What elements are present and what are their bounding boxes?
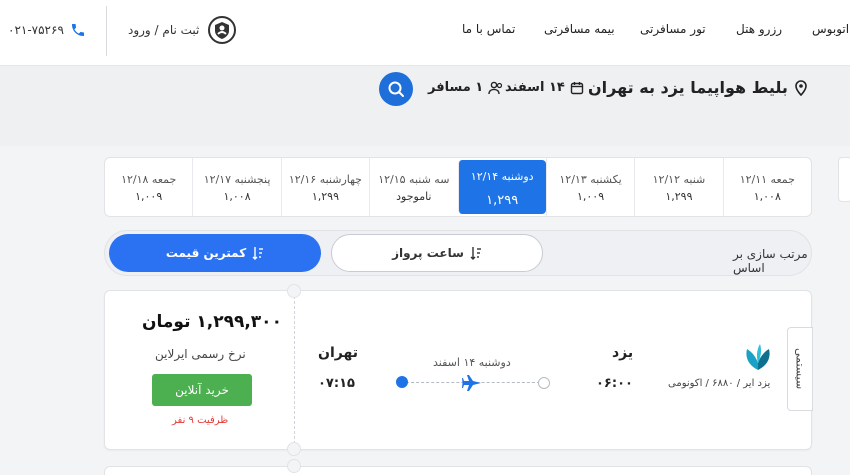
origin-city: یزد [612,345,634,361]
date-cell-day: سه شنبه ۱۲/۱۵ [378,173,450,186]
calendar-icon [570,81,584,94]
date-cell-price: ۱,۲۹۹ [486,193,519,208]
sort-icon [470,247,481,260]
destination-dot [396,376,408,388]
ticket-divider [294,296,295,444]
side-filter-panel [838,157,850,202]
date-cell-price: ۱,۲۹۹ [311,190,339,203]
date-cell-price: ۱,۰۰۹ [576,190,605,203]
arrival-time: ۰۷:۱۵ [318,376,355,391]
date-cell[interactable]: دوشنبه ۱۲/۱۴ ۱,۲۹۹ [457,160,546,214]
systemic-label: سیستمی [793,348,807,390]
date-cell-price: ۱,۲۹۹ [665,190,693,203]
departure-time: ۰۶:۰۰ [596,376,633,391]
date-cell-day: جمعه ۱۲/۱۱ [739,173,795,186]
nav-bus[interactable]: اتوبوس [812,22,849,36]
flight-price: ۱,۲۹۹,۳۰۰ تومان [142,312,282,332]
nav-tour[interactable]: تور مسافرتی [640,22,706,36]
support-phone[interactable]: ۰۲۱-۷۵۲۶۹ [8,22,86,38]
sort-bar: مرتب سازی بر اساس ساعت پرواز کمترین قیمت [104,230,812,276]
location-pin-icon [795,79,807,96]
next-flight-card [104,466,812,475]
phone-icon [71,24,84,36]
phone-number: ۰۲۱-۷۵۲۶۹ [8,23,64,37]
date-cell[interactable]: جمعه ۱۲/۱۸ ۱,۰۰۹ [105,158,192,216]
date-cell-day: شنبه ۱۲/۱۲ [652,173,706,186]
ticket-notch [287,442,301,456]
airline-info: یزد ایر / ۶۸۸۰ / اکونومی [668,378,771,389]
search-passengers[interactable]: ۱ مسافر [428,80,504,95]
header-divider [106,6,107,56]
buy-online-button[interactable]: خرید آنلاین [152,374,252,406]
sort-label: مرتب سازی بر اساس [733,247,808,275]
nav-insurance[interactable]: بیمه مسافرتی [544,22,615,36]
origin-dot [538,377,550,389]
sort-by-price-button[interactable]: کمترین قیمت [109,234,321,272]
date-cell-day: جمعه ۱۲/۱۸ [121,173,177,186]
fare-note: نرخ رسمی ایرلاین [155,347,246,361]
date-cell[interactable]: جمعه ۱۲/۱۱ ۱,۰۰۸ [722,158,811,216]
ticket-notch [287,284,301,298]
date-cell-price: ۱,۰۰۸ [753,190,781,203]
date-cell-price: ۱,۰۰۸ [223,190,251,203]
date-cell[interactable]: سه شنبه ۱۲/۱۵ ناموجود [369,158,457,216]
nav-contact[interactable]: تماس با ما [462,22,515,36]
login-label: ثبت نام / ورود [128,23,200,37]
sort-by-time-label: ساعت پرواز [392,246,464,260]
systemic-tag: سیستمی [787,327,813,411]
user-shield-icon [208,16,237,44]
date-cell-price: ۱,۰۰۹ [135,190,163,203]
search-date-text: ۱۴ اسفند [505,80,565,95]
date-cell[interactable]: چهارشنبه ۱۲/۱۶ ۱,۲۹۹ [280,158,369,216]
search-date[interactable]: ۱۴ اسفند [505,80,584,95]
route-title: بلیط هواپیما یزد به تهران [588,78,808,97]
date-cell-day: دوشنبه ۱۲/۱۴ [470,170,534,183]
date-cell[interactable]: پنجشنبه ۱۲/۱۷ ۱,۰۰۸ [192,158,280,216]
search-button[interactable] [379,72,413,106]
destination-city: تهران [318,345,358,361]
date-cell-day: یکشنبه ۱۲/۱۳ [559,173,622,186]
passengers-icon [488,81,503,94]
airline-logo-icon [746,344,770,370]
route-text: بلیط هواپیما یزد به تهران [588,78,788,97]
login-register-link[interactable]: ثبت نام / ورود [128,15,237,45]
date-cell-price: ناموجود [396,190,432,203]
sort-icon [252,247,264,260]
date-cell[interactable]: یکشنبه ۱۲/۱۳ ۱,۰۰۹ [545,158,634,216]
date-cell-day: چهارشنبه ۱۲/۱۶ [288,173,362,186]
date-cell[interactable]: شنبه ۱۲/۱۲ ۱,۲۹۹ [634,158,722,216]
date-cell-day: پنجشنبه ۱۲/۱۷ [203,173,271,186]
nav-hotel[interactable]: رزرو هتل [736,22,782,36]
sort-by-time-button[interactable]: ساعت پرواز [331,234,543,272]
search-passengers-text: ۱ مسافر [428,80,484,95]
date-strip: جمعه ۱۲/۱۱ ۱,۰۰۸ شنبه ۱۲/۱۲ ۱,۲۹۹ یکشنبه ۱۲/… [104,157,812,217]
ticket-notch [287,459,301,473]
seat-capacity: ظرفیت ۹ نفر [172,415,229,426]
flight-date: دوشنبه ۱۴ اسفند [433,356,511,369]
airplane-icon [462,375,481,391]
sort-by-price-label: کمترین قیمت [165,246,247,260]
search-icon [388,81,404,97]
